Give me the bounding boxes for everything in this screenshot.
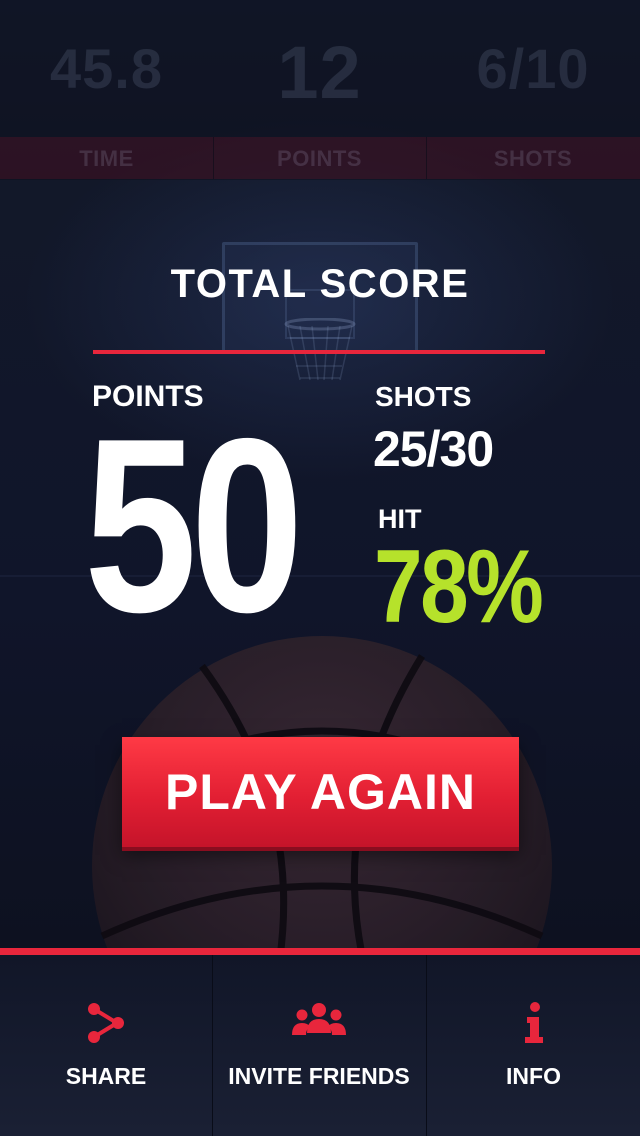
info-tab[interactable]: INFO — [427, 955, 640, 1136]
total-score-title: TOTAL SCORE — [170, 262, 470, 306]
hud-time-value: 45.8 — [50, 37, 163, 100]
play-again-button[interactable]: PLAY AGAIN — [122, 737, 519, 847]
info-icon — [524, 1002, 543, 1043]
invite-friends-tab[interactable]: INVITE FRIENDS — [213, 955, 425, 1136]
title-divider — [93, 350, 545, 354]
hud-divider — [213, 137, 214, 179]
hud-time-label: TIME — [79, 146, 134, 171]
hit-percentage-value: 78% — [374, 529, 544, 645]
group-icon — [292, 1003, 346, 1035]
share-tab[interactable]: SHARE — [0, 955, 212, 1136]
hud-shots: 6/10 SHOTS — [426, 0, 640, 180]
hud-shots-label: SHOTS — [493, 146, 573, 171]
hud-divider — [426, 137, 427, 179]
hud-shots-value: 6/10 — [476, 37, 590, 100]
invite-friends-label: INVITE FRIENDS — [228, 1063, 410, 1089]
points-value: 50 — [84, 386, 304, 664]
share-label: SHARE — [65, 1063, 147, 1089]
hud-points-label: POINTS — [277, 146, 362, 171]
bottom-bar-accent — [0, 948, 640, 955]
hud-points: 12 POINTS — [213, 0, 426, 180]
share-icon — [88, 1003, 124, 1043]
info-label: INFO — [506, 1063, 561, 1089]
game-hud: 45.8 TIME 12 POINTS 6/10 SHOTS — [0, 0, 640, 180]
shots-value: 25/30 — [373, 421, 494, 477]
hud-points-value: 12 — [277, 31, 362, 114]
hud-time: 45.8 TIME — [0, 0, 213, 180]
shots-label: SHOTS — [375, 381, 472, 412]
